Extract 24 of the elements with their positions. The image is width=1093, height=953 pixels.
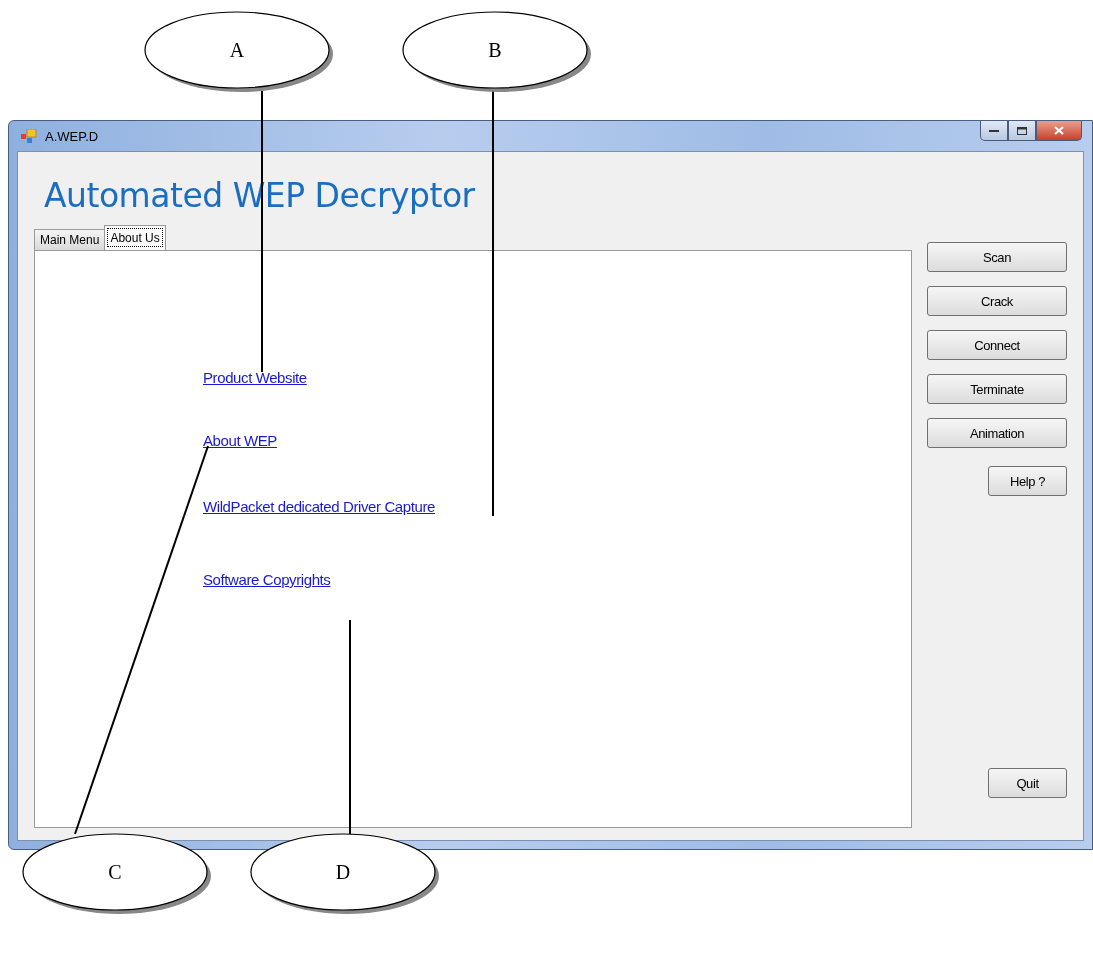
link[interactable]: Product Website [203,369,307,386]
action-button[interactable]: Terminate [927,374,1067,404]
window-title: A.WEP.D [45,128,99,144]
callout-label: B [488,39,502,61]
action-button[interactable]: Crack [927,286,1067,316]
action-button[interactable]: Scan [927,242,1067,272]
minimize-button[interactable] [980,121,1008,141]
help-button[interactable]: Help ? [988,466,1067,496]
quit-button[interactable]: Quit [988,768,1067,798]
action-button[interactable]: Animation [927,418,1067,448]
link[interactable]: WildPacket dedicated Driver Capture [203,498,435,515]
close-icon [1054,126,1064,135]
tab[interactable]: About Us [104,225,166,250]
maximize-icon [1017,126,1027,135]
callout-label: D [335,861,351,883]
maximize-button[interactable] [1008,121,1036,141]
link[interactable]: About WEP [203,432,277,449]
link[interactable]: Software Copyrights [203,571,331,588]
tab[interactable]: Main Menu [34,229,106,250]
close-button[interactable] [1036,121,1082,141]
action-button[interactable]: Connect [927,330,1067,360]
callout-label: A [229,39,245,61]
app-icon [21,129,37,143]
callout-label: C [108,861,122,883]
